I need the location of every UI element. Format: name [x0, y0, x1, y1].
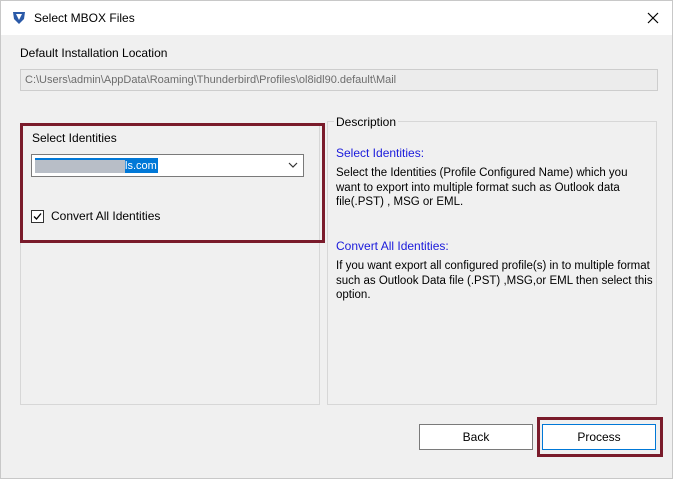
select-identities-heading: Select Identities:: [336, 146, 425, 160]
selected-value-suffix: ls.com: [125, 160, 157, 172]
install-path-field: C:\Users\admin\AppData\Roaming\Thunderbi…: [20, 69, 658, 91]
process-button[interactable]: Process: [542, 424, 656, 450]
chevron-down-icon[interactable]: [287, 159, 299, 171]
convert-all-checkbox[interactable]: [31, 209, 44, 223]
close-icon[interactable]: [642, 7, 664, 29]
checkmark-icon: [33, 212, 42, 220]
convert-all-description: If you want export all configured profil…: [336, 260, 653, 301]
convert-all-label: Convert All Identities: [51, 209, 161, 223]
dropdown-selected-value: ls.com: [35, 158, 158, 173]
dialog-window: Select MBOX Files Default Installation L…: [0, 0, 673, 479]
shield-logo-icon: [11, 10, 27, 26]
convert-all-heading: Convert All Identities:: [336, 239, 449, 253]
select-identities-label: Select Identities: [32, 131, 117, 145]
window-title: Select MBOX Files: [34, 11, 135, 25]
install-location-label: Default Installation Location: [20, 46, 168, 60]
redacted-text: [35, 159, 125, 173]
title-bar: Select MBOX Files: [1, 1, 672, 35]
identities-dropdown[interactable]: ls.com: [31, 154, 304, 177]
back-button[interactable]: Back: [419, 424, 533, 450]
select-identities-description: Select the Identities (Profile Configure…: [336, 167, 628, 208]
description-title: Description: [334, 115, 399, 129]
convert-all-checkbox-row[interactable]: Convert All Identities: [31, 209, 160, 223]
